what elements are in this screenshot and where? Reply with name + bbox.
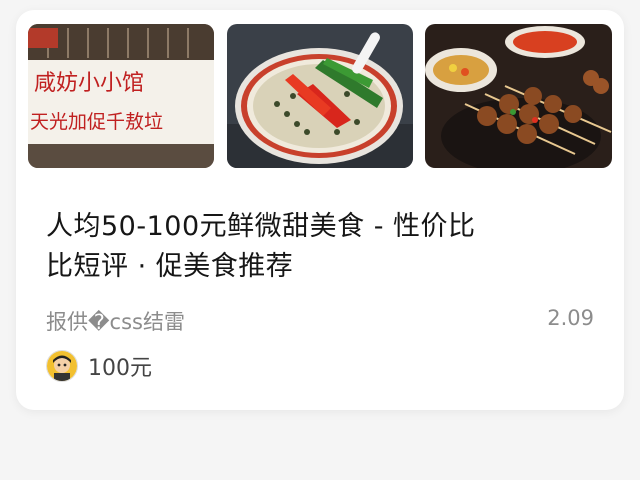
price-text: 100元 [88, 356, 152, 381]
meta-value: 2.09 [547, 306, 594, 330]
skewers-photo[interactable] [425, 24, 612, 168]
post-title-line1: 人均50-100元鲜微甜美食 - 性价比 [46, 211, 476, 242]
price-row: 100元 [46, 348, 346, 382]
meta-label: 报供�css结雷 [46, 310, 185, 334]
sign-text-line1: 咸妨小小馆 [34, 71, 144, 96]
sign-text-line2: 天光加促千敖垃 [30, 111, 163, 133]
meta-row: 报供�css结雷 2.09 [46, 306, 594, 336]
post-title[interactable]: 人均50-100元鲜微甜美食 - 性价比 比短评 · 促美食推荐 [46, 207, 576, 287]
post-card[interactable]: 咸妨小小馆 天光加促千敖垃 人均50-100元鲜微甜美食 - 性价比 比短评 ·… [16, 10, 624, 410]
shop-sign-photo[interactable]: 咸妨小小馆 天光加促千敖垃 [28, 24, 214, 168]
user-avatar-icon[interactable] [46, 350, 78, 382]
post-title-line2: 比短评 · 促美食推荐 [46, 251, 294, 282]
bowl-photo[interactable] [227, 24, 413, 168]
photo-strip: 咸妨小小馆 天光加促千敖垃 [28, 24, 612, 168]
